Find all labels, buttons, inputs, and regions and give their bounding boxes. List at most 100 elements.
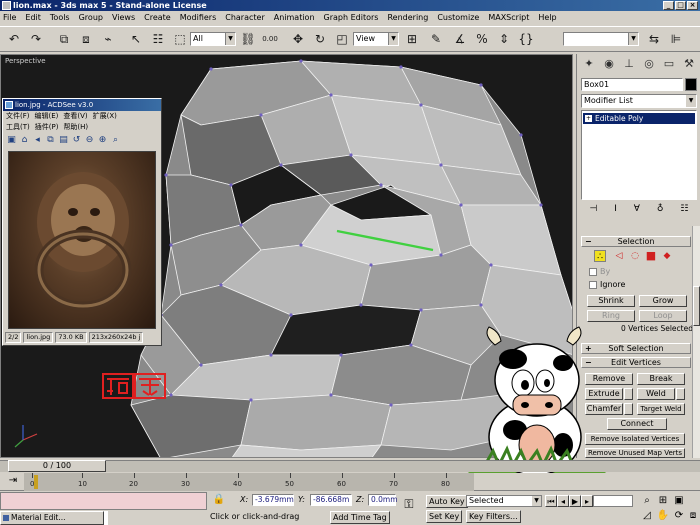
open-folder-icon[interactable]: ⌂ (19, 135, 30, 146)
pivot-center-icon[interactable]: ⊞ (404, 31, 420, 47)
frame-ruler[interactable]: 0 10 20 30 40 50 60 70 80 (24, 473, 474, 491)
select-and-link-icon[interactable]: ⛓ (240, 31, 256, 47)
stack-item-editable-poly[interactable]: + Editable Poly (583, 113, 695, 124)
menu-help[interactable]: Help (538, 11, 556, 25)
object-name-field[interactable]: Box01 (581, 78, 683, 91)
move-icon[interactable]: ✥ (290, 31, 306, 47)
lock-selection-icon[interactable]: 🔒 (212, 494, 226, 506)
go-to-start-icon[interactable]: ⏮ (545, 495, 557, 507)
spinner-snap-icon[interactable]: ⇕ (496, 31, 512, 47)
bind-space-warp-icon[interactable]: ⌁ (100, 31, 116, 47)
x-coordinate-field[interactable]: -3.679mm (252, 494, 294, 506)
z-coordinate-field[interactable]: 0.0mm (368, 494, 398, 506)
key-filters-button[interactable]: Key Filters... (466, 510, 521, 523)
chamfer-settings-button[interactable] (624, 403, 633, 415)
align-icon[interactable]: ⊫ (668, 31, 684, 47)
menu-maxscript[interactable]: MAXScript (488, 11, 529, 25)
target-weld-button[interactable]: Target Weld (637, 403, 685, 415)
break-button[interactable]: Break (637, 373, 685, 385)
utilities-tab-icon[interactable]: ⚒ (681, 56, 697, 72)
add-time-tag-button[interactable]: Add Time Tag (330, 511, 390, 524)
menu-graph-editors[interactable]: Graph Editors (324, 11, 379, 25)
acdsee-title-bar[interactable]: lion.jpg - ACDSee v3.0 (3, 99, 161, 111)
ignore-backfacing-checkbox[interactable] (589, 281, 597, 289)
next-frame-icon[interactable]: ▸ (581, 495, 593, 507)
border-level-icon[interactable]: ◌ (629, 250, 641, 262)
selection-rollout-header[interactable]: − Selection (581, 236, 691, 247)
undo-icon[interactable]: ↶ (6, 31, 22, 47)
loop-button[interactable]: Loop (639, 310, 687, 322)
rotate-icon[interactable]: ↻ (312, 31, 328, 47)
show-end-result-icon[interactable]: Ι (614, 204, 617, 218)
menu-rendering[interactable]: Rendering (387, 11, 428, 25)
copy-icon[interactable]: ⧉ (45, 135, 56, 146)
current-frame-field[interactable] (593, 495, 633, 507)
coord-system-dropdown[interactable]: View ▼ (353, 32, 399, 46)
time-slider[interactable]: 0 / 100 (8, 460, 106, 472)
minimize-button[interactable]: _ (663, 1, 674, 10)
track-bar[interactable]: ⇥ 0 10 20 30 40 50 60 70 80 (0, 473, 700, 491)
key-mode-icon[interactable]: ⇥ (6, 475, 20, 487)
motion-tab-icon[interactable]: ◎ (641, 56, 657, 72)
polygon-level-icon[interactable]: ■ (645, 250, 657, 262)
field-of-view-icon[interactable]: ◿ (640, 510, 654, 522)
remove-modifier-icon[interactable]: ♁ (657, 204, 664, 218)
key-icon[interactable]: ⚿ (402, 498, 416, 510)
zoom-extents-icon[interactable]: ▣ (672, 495, 686, 507)
menu-edit[interactable]: Edit (25, 11, 41, 25)
menu-create[interactable]: Create (144, 11, 171, 25)
viewport-label[interactable]: Perspective (5, 57, 46, 65)
menu-views[interactable]: Views (112, 11, 135, 25)
menu-tools[interactable]: Tools (50, 11, 70, 25)
zoom-all-icon[interactable]: ⊞ (656, 495, 670, 507)
edge-level-icon[interactable]: ◁ (613, 250, 625, 262)
acdsee-menu-file[interactable]: 文件(F) (6, 111, 30, 122)
previous-frame-icon[interactable]: ◂ (557, 495, 569, 507)
by-vertex-checkbox[interactable] (589, 268, 597, 276)
maximize-viewport-icon[interactable]: ⧈ (686, 510, 700, 522)
key-mode-dropdown[interactable]: Selected ▼ (466, 495, 542, 507)
modifier-list-dropdown[interactable]: Modifier List ▼ (581, 94, 697, 108)
percent-snap-icon[interactable]: % (474, 31, 490, 47)
make-unique-icon[interactable]: ∀ (634, 204, 640, 218)
vertex-level-icon[interactable]: ∴ (594, 250, 606, 262)
zoom-icon[interactable]: ⌕ (640, 495, 654, 507)
menu-character[interactable]: Character (225, 11, 265, 25)
create-tab-icon[interactable]: ✦ (581, 56, 597, 72)
back-icon[interactable]: ◂ (32, 135, 43, 146)
auto-key-button[interactable]: Auto Key (426, 495, 468, 508)
hierarchy-tab-icon[interactable]: ⊥ (621, 56, 637, 72)
acdsee-menu-tools[interactable]: 工具(T) (6, 122, 30, 133)
acdsee-window[interactable]: lion.jpg - ACDSee v3.0 文件(F) 编辑(E) 查看(V)… (2, 98, 162, 346)
maxscript-listener-mini[interactable] (0, 492, 207, 510)
snap-value[interactable]: 0.00 (262, 31, 278, 47)
menu-file[interactable]: File (3, 11, 16, 25)
close-button[interactable]: × (687, 1, 698, 10)
link-icon[interactable]: ⧉ (56, 31, 72, 47)
selection-filter-dropdown[interactable]: All ▼ (190, 32, 236, 46)
acdsee-menu-plugins[interactable]: 插件(P) (35, 122, 59, 133)
print-icon[interactable]: ▤ (58, 135, 69, 146)
taskbar-material-editor[interactable]: Material Edit... (0, 511, 104, 525)
connect-button[interactable]: Connect (607, 418, 667, 430)
maximize-button[interactable]: □ (675, 1, 686, 10)
edit-named-selections-icon[interactable]: {} (518, 31, 534, 47)
pin-stack-icon[interactable]: ⊣ (589, 204, 597, 218)
zoom-in-icon[interactable]: ⊕ (97, 135, 108, 146)
select-manipulate-icon[interactable]: ✎ (428, 31, 444, 47)
scrollbar-thumb[interactable] (693, 286, 700, 326)
ring-button[interactable]: Ring (587, 310, 635, 322)
angle-snap-icon[interactable]: ∡ (452, 31, 468, 47)
weld-settings-button[interactable] (676, 388, 685, 400)
menu-animation[interactable]: Animation (274, 11, 315, 25)
unlink-icon[interactable]: ⧈ (78, 31, 94, 47)
browse-icon[interactable]: ▣ (6, 135, 17, 146)
play-icon[interactable]: ▶ (569, 495, 581, 507)
weld-button[interactable]: Weld (637, 388, 675, 400)
shrink-button[interactable]: Shrink (587, 295, 635, 307)
element-level-icon[interactable]: ◆ (661, 250, 673, 262)
zoom-fit-icon[interactable]: ⌕ (110, 135, 121, 146)
menu-modifiers[interactable]: Modifiers (180, 11, 217, 25)
command-panel-scrollbar[interactable] (692, 226, 700, 458)
set-key-button[interactable]: Set Key (426, 510, 463, 523)
